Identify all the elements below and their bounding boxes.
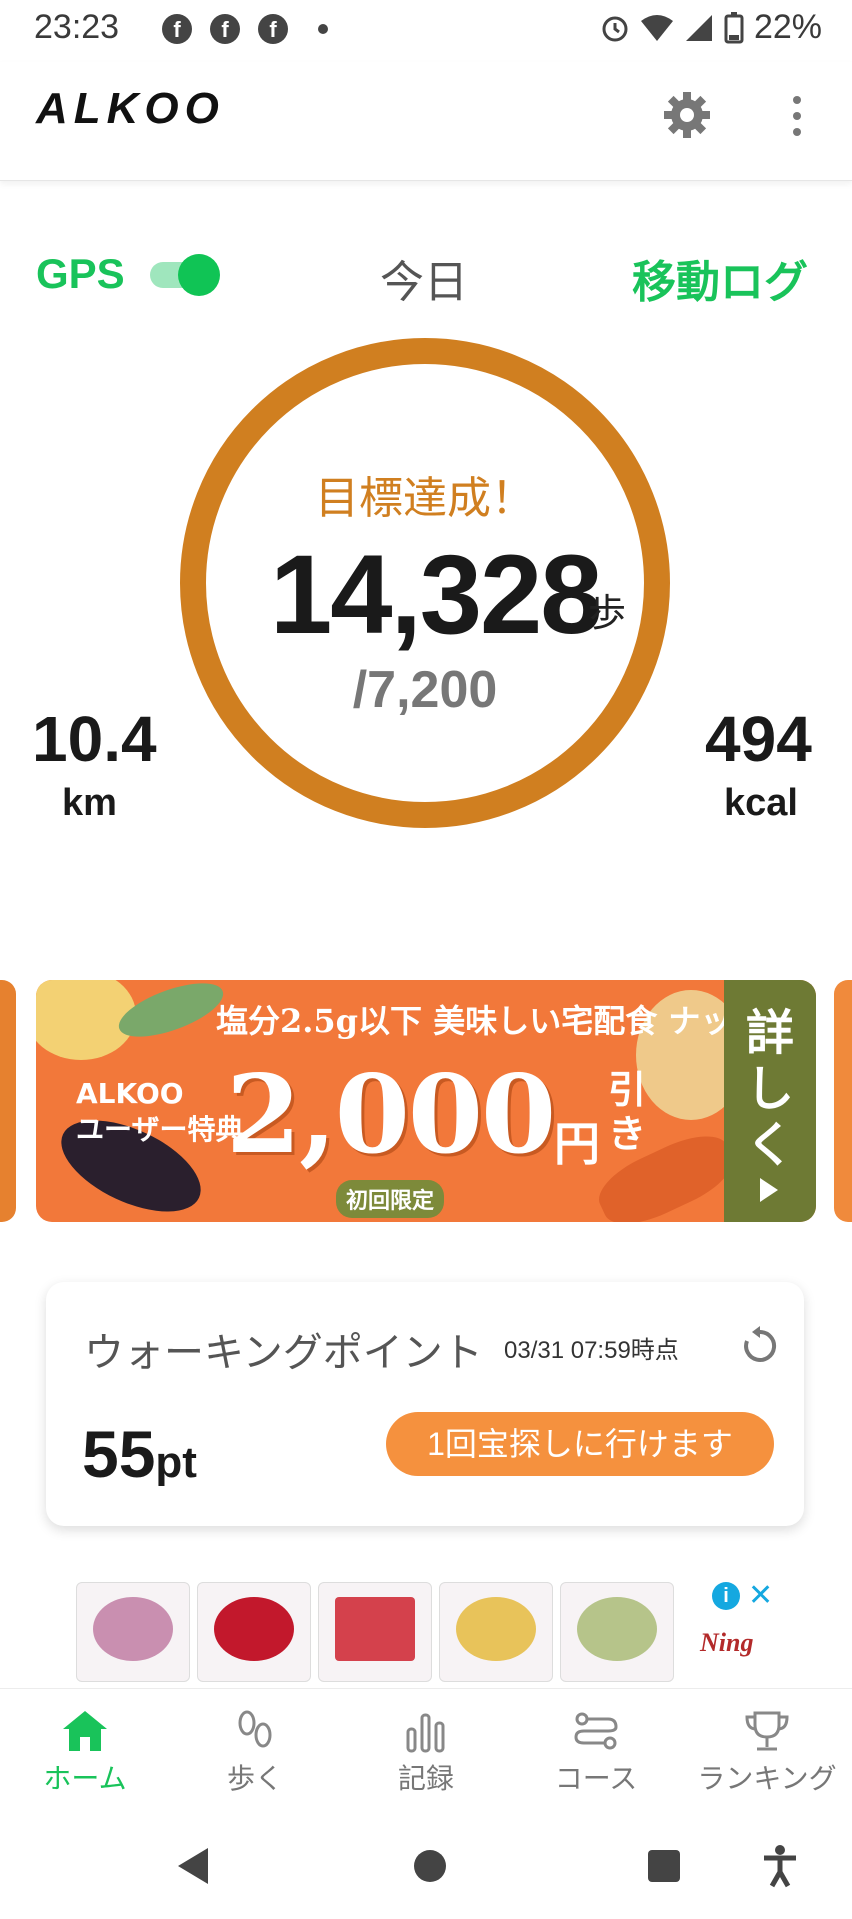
- alarm-icon: [602, 16, 628, 41]
- step-count: 14,328: [270, 532, 603, 657]
- movement-log-link[interactable]: 移動ログ: [632, 246, 808, 310]
- points-display: 55pt: [82, 1416, 197, 1492]
- banner-sub-line2: ユーザー特典: [76, 1113, 244, 1146]
- facebook-icon: f: [210, 14, 240, 44]
- ad-image[interactable]: [76, 1582, 190, 1682]
- ad-image[interactable]: [318, 1582, 432, 1682]
- distance-unit: km: [62, 782, 117, 824]
- wifi-icon: [640, 14, 673, 41]
- step-goal: /7,200: [352, 661, 498, 719]
- walking-points-title: ウォーキングポイント: [84, 1331, 483, 1375]
- accessibility-icon[interactable]: [760, 1844, 800, 1888]
- facebook-icon: f: [162, 14, 192, 44]
- nav-item-records[interactable]: 記録: [341, 1689, 511, 1801]
- banner-subtitle: ALKOO ユーザー特典: [76, 1076, 243, 1148]
- nav-label-ranking: ランキング: [697, 1763, 837, 1794]
- banner-sub-line1: ALKOO: [76, 1077, 184, 1110]
- ad-info-icon[interactable]: i: [712, 1582, 740, 1610]
- calories-value: 494: [705, 703, 812, 775]
- banner-yen: 円: [554, 1117, 600, 1171]
- footsteps-icon: [238, 1710, 272, 1748]
- home-circle-icon[interactable]: [414, 1850, 446, 1882]
- goal-achieved-text: 目標達成！: [315, 474, 535, 523]
- nav-label-course: コース: [554, 1763, 638, 1794]
- nav-label-walk: 歩く: [226, 1763, 283, 1794]
- system-nav-bar: [0, 1810, 852, 1919]
- nav-item-home[interactable]: ホーム: [0, 1689, 170, 1801]
- ad-close-icon[interactable]: ✕: [748, 1578, 773, 1613]
- more-menu-icon[interactable]: [782, 96, 812, 140]
- nav-label-home: ホーム: [43, 1763, 127, 1794]
- refresh-icon[interactable]: [738, 1324, 782, 1368]
- bottom-nav: ホーム 歩く 記録 コース ランキング: [0, 1688, 852, 1801]
- banner-discount-word: 引き: [608, 1068, 647, 1156]
- signal-icon: [685, 14, 712, 41]
- ad-image[interactable]: [439, 1582, 553, 1682]
- status-right: 22%: [600, 8, 822, 47]
- battery-icon: [724, 11, 744, 43]
- nav-label-records: 記録: [397, 1763, 454, 1794]
- route-icon: [574, 1712, 618, 1750]
- banner-amount: 2,000: [226, 1052, 556, 1178]
- points-unit: pt: [155, 1438, 197, 1487]
- play-arrow-icon: [760, 1178, 778, 1202]
- banner-carousel-prev-peek[interactable]: [0, 980, 16, 1222]
- distance-value: 10.4: [32, 703, 157, 775]
- ad-image[interactable]: [560, 1582, 674, 1682]
- gps-label: GPS: [36, 250, 125, 297]
- banner-carousel-next-peek[interactable]: [834, 980, 852, 1222]
- banner-first-time-badge: 初回限定: [336, 1180, 445, 1218]
- promo-banner[interactable]: 塩分2.5g以下 美味しい宅配食 ナッシュ ALKOO ユーザー特典 2,000…: [36, 980, 816, 1222]
- nav-item-course[interactable]: コース: [511, 1689, 681, 1801]
- step-unit: 歩: [588, 593, 627, 635]
- app-header: ALKOO: [0, 62, 852, 181]
- ad-image[interactable]: [197, 1582, 311, 1682]
- date-label: 今日: [380, 258, 468, 307]
- nav-item-walk[interactable]: 歩く: [170, 1689, 340, 1801]
- recents-icon[interactable]: [648, 1850, 680, 1882]
- home-icon: [63, 1711, 107, 1751]
- banner-headline: 塩分2.5g以下 美味しい宅配食 ナッシュ: [216, 1002, 797, 1040]
- walking-points-card: ウォーキングポイント 03/31 07:59時点 55pt 1回宝探しに行けます: [46, 1282, 804, 1526]
- notification-dot-icon: [318, 24, 328, 34]
- ad-banner[interactable]: [76, 1582, 776, 1684]
- nav-item-ranking[interactable]: ランキング: [682, 1689, 852, 1801]
- facebook-icon: f: [258, 14, 288, 44]
- walking-points-timestamp: 03/31 07:59時点: [504, 1337, 679, 1364]
- treasure-hunt-button[interactable]: 1回宝探しに行けます: [386, 1412, 774, 1476]
- settings-gear-icon[interactable]: [662, 90, 712, 140]
- ad-brand-logo: Ning: [700, 1628, 754, 1657]
- app-logo: ALKOO: [36, 84, 225, 133]
- banner-details-label: 詳しく: [745, 1007, 794, 1172]
- banner-details-button[interactable]: 詳しく: [724, 980, 816, 1222]
- back-icon[interactable]: [178, 1848, 208, 1884]
- gps-toggle[interactable]: [150, 254, 220, 296]
- calories-unit: kcal: [724, 782, 798, 824]
- status-time: 23:23: [34, 8, 120, 46]
- points-value: 55: [82, 1417, 156, 1491]
- trophy-icon: [745, 1711, 789, 1751]
- battery-percent: 22%: [753, 8, 822, 46]
- bar-chart-icon: [406, 1713, 445, 1753]
